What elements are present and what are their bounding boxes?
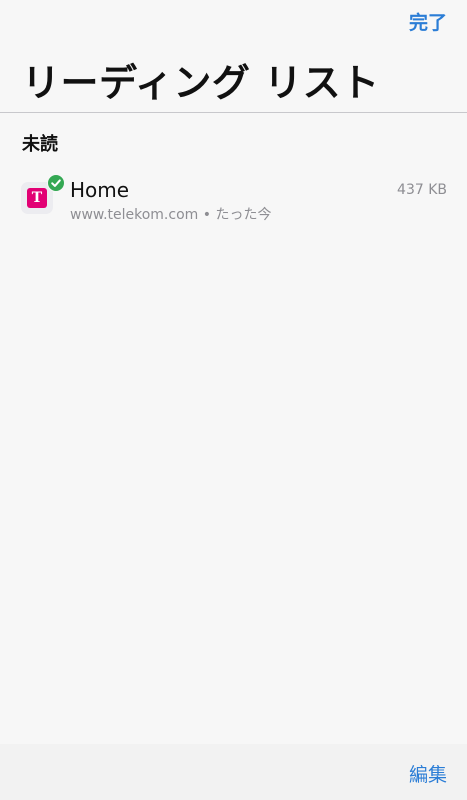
item-url: www.telekom.com [70,207,199,223]
title-divider [0,112,467,113]
list-item[interactable]: T Home www.telekom.com • たった今 437 KB [0,168,467,230]
item-subtitle: www.telekom.com • たった今 [70,204,271,224]
item-size: 437 KB [397,182,447,198]
page-title: リーディング リスト [22,61,380,105]
section-header-unread: 未読 [22,134,58,155]
bottom-toolbar: 編集 [0,744,467,800]
telekom-icon: T [27,188,47,208]
edit-button[interactable]: 編集 [409,760,447,787]
item-title: Home [70,178,130,202]
item-separator: • [202,207,212,223]
top-bar: 完了 [0,0,467,40]
reading-list-screen: 完了 リーディング リスト 未読 T Home www.telekom.com … [0,0,467,800]
item-time: たった今 [215,207,272,223]
done-button[interactable]: 完了 [409,8,447,35]
check-icon [47,174,65,192]
